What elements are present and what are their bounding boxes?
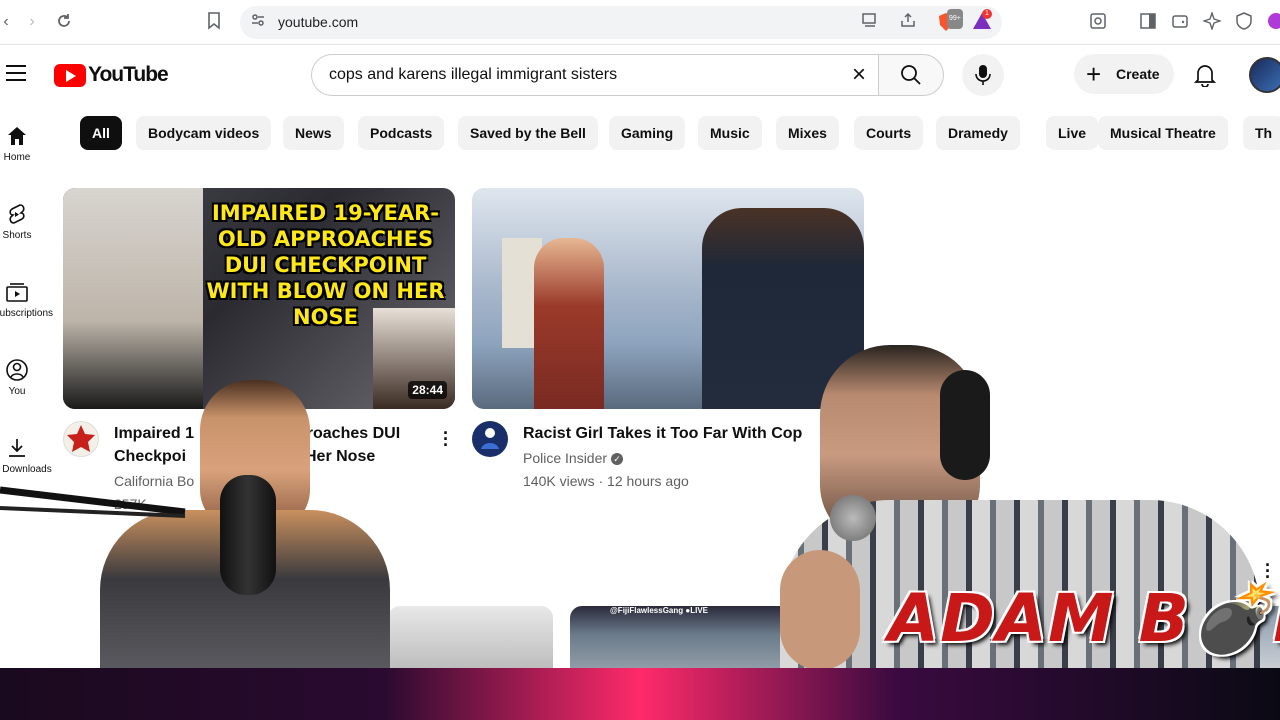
create-button[interactable]: + Create bbox=[1074, 54, 1174, 94]
police-badge-icon bbox=[473, 422, 507, 456]
right-streamer-cam bbox=[740, 330, 1280, 720]
chip-music[interactable]: Music bbox=[698, 116, 762, 150]
mic-boom-arm bbox=[0, 486, 200, 526]
channel-name-text: Police Insider bbox=[523, 450, 608, 466]
brand-logo-text: ADAM B💣MB bbox=[888, 580, 1280, 657]
chip-gaming[interactable]: Gaming bbox=[609, 116, 686, 150]
subscriptions-icon bbox=[6, 283, 28, 302]
video-thumbnail[interactable]: IMPAIRED 19-YEAR-OLD APPROACHES DUI CHEC… bbox=[63, 188, 455, 409]
youtube-header: YouTube cops and karens illegal immigran… bbox=[0, 45, 1280, 105]
sidebar-item-subscriptions[interactable]: Subscriptions bbox=[0, 281, 64, 341]
channel-name[interactable]: Police Insider ✓ bbox=[523, 450, 624, 466]
bookmark-icon[interactable] bbox=[204, 12, 224, 32]
chip-dramedy[interactable]: Dramedy bbox=[936, 116, 1020, 150]
shields-count-badge: 99+ bbox=[947, 9, 963, 29]
site-info-icon[interactable] bbox=[248, 12, 268, 32]
filter-chips: All Bodycam videos News Podcasts Saved b… bbox=[80, 116, 1280, 152]
verified-icon: ✓ bbox=[611, 453, 624, 465]
shorts-icon bbox=[9, 204, 25, 224]
chip-courts[interactable]: Courts bbox=[854, 116, 924, 150]
forward-icon[interactable]: › bbox=[22, 12, 42, 32]
sidebar-item-shorts[interactable]: Shorts bbox=[0, 203, 64, 263]
streamer-hand bbox=[780, 550, 860, 670]
channel-avatar[interactable] bbox=[472, 421, 508, 457]
youtube-logo[interactable]: YouTube bbox=[54, 63, 169, 87]
sidebar-toggle-icon[interactable] bbox=[1138, 12, 1158, 32]
chip-news[interactable]: News bbox=[283, 116, 344, 150]
leo-ai-icon[interactable] bbox=[1201, 10, 1223, 32]
search-button[interactable] bbox=[878, 54, 944, 96]
voice-search-button[interactable] bbox=[962, 54, 1004, 96]
download-icon bbox=[9, 439, 25, 457]
reload-icon[interactable] bbox=[54, 12, 74, 32]
microphone-icon bbox=[975, 65, 991, 85]
thumbnail-person bbox=[63, 188, 203, 409]
chip-mixes[interactable]: Mixes bbox=[776, 116, 839, 150]
search-icon bbox=[901, 65, 921, 85]
back-icon[interactable]: ‹ bbox=[0, 12, 16, 32]
live-tag: @FijiFlawlessGang ●LIVE bbox=[610, 606, 708, 615]
screenshot-icon[interactable] bbox=[1088, 12, 1108, 32]
account-avatar[interactable] bbox=[1249, 57, 1280, 93]
notifications-icon[interactable] bbox=[1193, 63, 1217, 88]
sidebar-label: You bbox=[8, 386, 26, 397]
brave-rewards-icon[interactable]: 1 bbox=[972, 9, 992, 32]
share-icon[interactable] bbox=[898, 12, 918, 32]
microphone-right bbox=[830, 495, 876, 541]
chip-overflow[interactable]: Th bbox=[1243, 116, 1280, 150]
url-text: youtube.com bbox=[278, 14, 359, 30]
youtube-play-icon bbox=[54, 63, 86, 87]
sidebar-label: Shorts bbox=[2, 230, 32, 241]
search-input[interactable]: cops and karens illegal immigrant sister… bbox=[311, 54, 879, 96]
more-actions-icon[interactable]: · · · bbox=[443, 424, 449, 454]
rewards-badge: 1 bbox=[982, 9, 992, 19]
create-label: Create bbox=[1116, 66, 1160, 82]
brave-shields-icon[interactable]: 99+ bbox=[936, 9, 963, 32]
wallet-icon[interactable] bbox=[1170, 12, 1190, 32]
chip-saved-by-the-bell[interactable]: Saved by the Bell bbox=[458, 116, 598, 150]
sidebar-item-you[interactable]: You bbox=[0, 359, 64, 419]
search-query: cops and karens illegal immigrant sister… bbox=[329, 66, 618, 83]
plus-icon: + bbox=[1086, 59, 1102, 89]
chip-podcasts[interactable]: Podcasts bbox=[358, 116, 445, 150]
thumbnail-title-text: IMPAIRED 19-YEAR-OLD APPROACHES DUI CHEC… bbox=[206, 201, 445, 329]
address-bar[interactable]: youtube.com 99+ 1 bbox=[240, 6, 1002, 39]
screen: ‹ › youtube.com 99+ 1 YouTube cops and k… bbox=[0, 0, 1280, 720]
microphone-left bbox=[220, 475, 276, 595]
headphones bbox=[940, 370, 990, 480]
you-icon bbox=[6, 359, 28, 381]
sidebar-item-home[interactable]: Home bbox=[0, 125, 64, 185]
menu-icon[interactable] bbox=[6, 65, 26, 81]
home-icon bbox=[8, 127, 26, 145]
video-thumbnail[interactable] bbox=[388, 606, 553, 676]
clear-search-icon[interactable]: × bbox=[848, 63, 870, 87]
chip-live[interactable]: Live bbox=[1046, 116, 1099, 150]
install-app-icon[interactable] bbox=[860, 12, 880, 32]
chip-all[interactable]: All bbox=[80, 116, 122, 150]
sidebar-label: Home bbox=[3, 152, 31, 163]
profile-icon[interactable] bbox=[1266, 12, 1280, 32]
sidebar-label: Subscriptions bbox=[0, 308, 54, 319]
sidebar-label: Downloads bbox=[2, 464, 52, 475]
chip-musical-theatre[interactable]: Musical Theatre bbox=[1098, 116, 1228, 150]
logo-text: YouTube bbox=[88, 63, 169, 86]
vpn-icon[interactable] bbox=[1234, 12, 1254, 32]
stream-bottom-bar bbox=[0, 668, 1280, 720]
chip-bodycam-videos[interactable]: Bodycam videos bbox=[136, 116, 272, 150]
thumbnail-person bbox=[534, 238, 604, 409]
video-meta: 140K views · 12 hours ago bbox=[523, 473, 689, 489]
duration-badge: 28:44 bbox=[408, 381, 447, 399]
browser-toolbar: ‹ › youtube.com 99+ 1 bbox=[0, 0, 1280, 45]
